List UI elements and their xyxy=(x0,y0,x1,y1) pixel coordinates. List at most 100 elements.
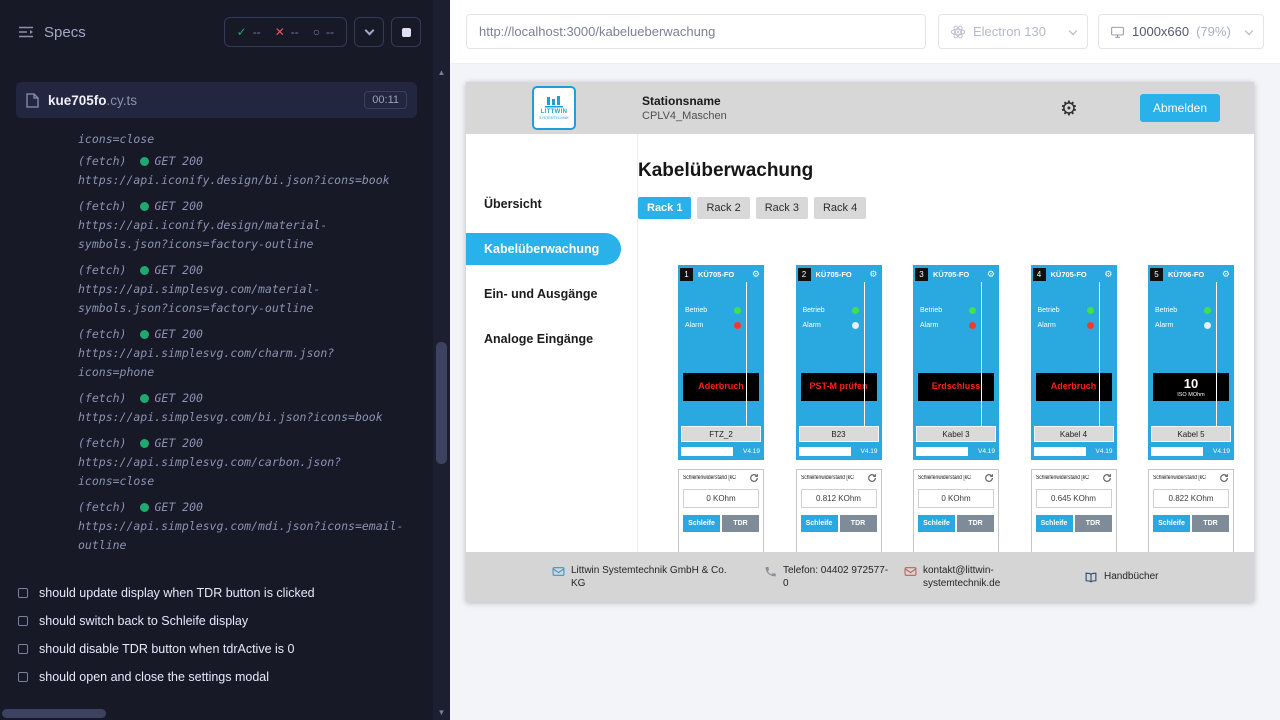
runner-controls: ✓-- ✕-- ○-- xyxy=(224,17,421,47)
firmware-version: V4.19 xyxy=(978,448,995,455)
browser-name: Electron 130 xyxy=(973,24,1046,39)
log-entry[interactable]: (fetch)GET 200 https://api.simplesvg.com… xyxy=(78,261,415,318)
sidebar-item-uebersicht[interactable]: Übersicht xyxy=(466,188,637,220)
divider xyxy=(746,282,747,427)
browser-toolbar: http://localhost:3000/kabelueberwachung … xyxy=(450,0,1280,64)
firmware-version: V4.19 xyxy=(743,448,760,455)
log-entry[interactable]: (fetch)GET 200 https://api.simplesvg.com… xyxy=(78,498,415,555)
mail-icon xyxy=(552,565,565,578)
alarm-label: Alarm xyxy=(1155,322,1173,329)
horizontal-scrollbar[interactable] xyxy=(0,706,433,720)
sidebar-item-analoge-eingaenge[interactable]: Analoge Eingänge xyxy=(466,323,637,355)
tab-rack-2[interactable]: Rack 2 xyxy=(697,197,749,219)
log-entry[interactable]: (fetch)GET 200 https://api.iconify.desig… xyxy=(78,152,415,190)
slot-number: 1 xyxy=(680,268,693,281)
log-entry[interactable]: (fetch)GET 200 https://api.simplesvg.com… xyxy=(78,325,415,382)
logo-subtext: SYSTEMTECHNIK xyxy=(539,116,569,120)
tdr-button[interactable]: TDR xyxy=(957,515,994,532)
check-icon: ✓ xyxy=(237,25,247,39)
browser-selector[interactable]: Electron 130 xyxy=(938,14,1088,49)
betrieb-label: Betrieb xyxy=(685,307,707,314)
stop-button[interactable] xyxy=(391,17,421,47)
url-bar[interactable]: http://localhost:3000/kabelueberwachung xyxy=(466,14,926,49)
log-status: GET 200 xyxy=(154,261,202,280)
indicator-box xyxy=(916,447,968,456)
alarm-led xyxy=(734,322,741,329)
test-item[interactable]: should open and close the settings modal xyxy=(18,663,433,691)
measurement-panel: Schleifenwiderstand [kOhm] 0 KOhm Schlei… xyxy=(913,469,999,553)
betrieb-label: Betrieb xyxy=(1038,307,1060,314)
test-item[interactable]: should disable TDR button when tdrActive… xyxy=(18,635,433,663)
vertical-scrollbar-thumb[interactable] xyxy=(436,342,447,464)
schleife-button[interactable]: Schleife xyxy=(1036,515,1073,532)
fetch-label: (fetch) xyxy=(78,325,126,344)
log-entry[interactable]: (fetch)GET 200 https://api.simplesvg.com… xyxy=(78,389,415,427)
tab-rack-1[interactable]: Rack 1 xyxy=(638,197,691,219)
station-name: CPLV4_Maschen xyxy=(642,110,727,122)
log-entry[interactable]: (fetch)GET 200 https://api.iconify.desig… xyxy=(78,197,415,254)
stat-pending: ○-- xyxy=(313,25,334,39)
firmware-version: V4.19 xyxy=(1213,448,1230,455)
schleife-button[interactable]: Schleife xyxy=(683,515,720,532)
schleife-button[interactable]: Schleife xyxy=(801,515,838,532)
schleife-button[interactable]: Schleife xyxy=(1153,515,1190,532)
logout-button[interactable]: Abmelden xyxy=(1140,94,1220,122)
measurement-panel: Schleifenwiderstand [kOhm] 0.822 KOhm Sc… xyxy=(1148,469,1234,553)
device-module: 2 KÜ705-FO ⚙ Betrieb Alarm PST-M prüfen xyxy=(796,265,882,460)
logo-text: LITTWIN xyxy=(541,109,567,115)
settings-gear-icon[interactable]: ⚙ xyxy=(1060,96,1078,120)
littwin-logo: LITTWIN SYSTEMTECHNIK xyxy=(532,86,576,130)
test-item[interactable]: should switch back to Schleife display xyxy=(18,607,433,635)
tdr-button[interactable]: TDR xyxy=(840,515,877,532)
tab-rack-3[interactable]: Rack 3 xyxy=(756,197,808,219)
refresh-icon[interactable] xyxy=(984,473,994,483)
footer-manuals[interactable]: Handbücher xyxy=(1084,570,1158,584)
tdr-button[interactable]: TDR xyxy=(1075,515,1112,532)
indicator-box xyxy=(799,447,851,456)
card-gear-icon[interactable]: ⚙ xyxy=(1104,270,1112,280)
card-gear-icon[interactable]: ⚙ xyxy=(869,270,877,280)
scroll-up-arrow[interactable]: ▲ xyxy=(433,64,450,80)
scroll-down-arrow[interactable]: ▼ xyxy=(433,704,450,720)
horizontal-scrollbar-thumb[interactable] xyxy=(2,709,106,718)
sidebar-item-ein-und-ausgaenge[interactable]: Ein- und Ausgänge xyxy=(466,278,637,310)
status-dot-icon xyxy=(140,330,149,339)
device-module: 5 KÜ706-FO ⚙ Betrieb Alarm xyxy=(1148,265,1234,460)
footer-phone: Telefon: 04402 972577- 0 xyxy=(764,564,904,590)
card-gear-icon[interactable]: ⚙ xyxy=(987,270,995,280)
betrieb-label: Betrieb xyxy=(803,307,825,314)
vertical-scrollbar[interactable]: ▲ ▼ xyxy=(433,0,450,720)
test-item[interactable]: should update display when TDR button is… xyxy=(18,579,433,607)
slot-number: 4 xyxy=(1033,268,1046,281)
spec-file-row[interactable]: kue705fo.cy.ts 00:11 xyxy=(16,82,417,118)
station-label: Stationsname xyxy=(642,94,727,108)
fetch-label: (fetch) xyxy=(78,498,126,517)
card-gear-icon[interactable]: ⚙ xyxy=(752,270,760,280)
fetch-label: (fetch) xyxy=(78,261,126,280)
tdr-button[interactable]: TDR xyxy=(722,515,759,532)
refresh-icon[interactable] xyxy=(749,473,759,483)
viewport-selector[interactable]: 1000x660 (79%) xyxy=(1098,14,1264,49)
log-url: https://api.simplesvg.com/bi.json?icons=… xyxy=(78,408,415,427)
test-stats: ✓-- ✕-- ○-- xyxy=(224,17,347,47)
status-dot-icon xyxy=(140,394,149,403)
log-entry[interactable]: (fetch)GET 200 https://api.simplesvg.com… xyxy=(78,434,415,491)
tab-rack-4[interactable]: Rack 4 xyxy=(814,197,866,219)
refresh-icon[interactable] xyxy=(867,473,877,483)
sidebar-item-kabelueberwachung[interactable]: Kabelüberwachung xyxy=(466,233,621,265)
measurement-panel: Schleifenwiderstand [kOhm] 0.812 KOhm Sc… xyxy=(796,469,882,553)
tdr-button[interactable]: TDR xyxy=(1192,515,1229,532)
module-model: KÜ705-FO xyxy=(698,270,734,279)
betrieb-led xyxy=(1204,307,1211,314)
viewport-size: 1000x660 xyxy=(1132,24,1189,39)
app-sidebar: Übersicht Kabelüberwachung Ein- und Ausg… xyxy=(466,134,638,552)
card-gear-icon[interactable]: ⚙ xyxy=(1222,270,1230,280)
log-status: GET 200 xyxy=(154,434,202,453)
collapse-button[interactable] xyxy=(354,17,384,47)
refresh-icon[interactable] xyxy=(1219,473,1229,483)
log-status: GET 200 xyxy=(154,389,202,408)
refresh-icon[interactable] xyxy=(1102,473,1112,483)
test-box-icon xyxy=(18,588,28,598)
specs-menu-button[interactable]: Specs xyxy=(18,24,86,41)
schleife-button[interactable]: Schleife xyxy=(918,515,955,532)
